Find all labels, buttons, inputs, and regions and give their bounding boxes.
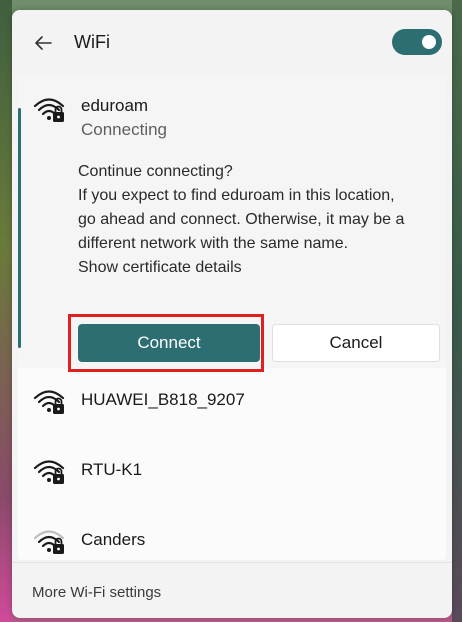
prompt-line: different network with the same name.	[78, 235, 349, 252]
toggle-knob	[422, 35, 436, 49]
network-item-eduroam-expanded: eduroam Connecting Continue connecting? …	[18, 76, 446, 372]
cancel-button[interactable]: Cancel	[272, 324, 440, 362]
network-name: HUAWEI_B818_9207	[81, 390, 245, 409]
wifi-flyout-panel: WiFi eduroam Connecting Continue connect…	[12, 10, 452, 618]
desktop-background-right	[452, 0, 462, 622]
connection-prompt: Continue connecting? If you expect to fi…	[78, 160, 450, 280]
network-name: RTU-K1	[81, 460, 143, 479]
network-name: Canders	[81, 530, 146, 549]
desktop-background-left	[0, 0, 12, 622]
network-item[interactable]: RTU-K1	[18, 442, 446, 502]
selected-indicator	[18, 108, 21, 348]
wifi-secured-icon	[33, 530, 65, 554]
connect-button[interactable]: Connect	[78, 324, 260, 362]
wifi-secured-icon	[33, 460, 65, 484]
network-status: Connecting	[81, 120, 168, 139]
network-list: eduroam Connecting Continue connecting? …	[18, 76, 446, 560]
wifi-header: WiFi	[12, 10, 452, 74]
arrow-left-icon[interactable]	[32, 32, 54, 54]
wifi-toggle[interactable]	[392, 29, 442, 55]
prompt-line: Continue connecting?	[78, 163, 233, 180]
wifi-secured-icon	[33, 390, 65, 414]
prompt-line: If you expect to find eduroam in this lo…	[78, 187, 395, 204]
network-item[interactable]: Canders	[18, 512, 446, 572]
wifi-secured-icon	[33, 98, 65, 122]
network-name: eduroam	[81, 96, 149, 115]
more-wifi-settings-link[interactable]: More Wi-Fi settings	[32, 584, 161, 601]
show-certificate-link[interactable]: Show certificate details	[78, 256, 450, 280]
footer-divider	[12, 562, 452, 563]
prompt-line: go ahead and connect. Otherwise, it may …	[78, 211, 405, 228]
network-item[interactable]: HUAWEI_B818_9207	[18, 372, 446, 432]
page-title: WiFi	[74, 32, 110, 52]
